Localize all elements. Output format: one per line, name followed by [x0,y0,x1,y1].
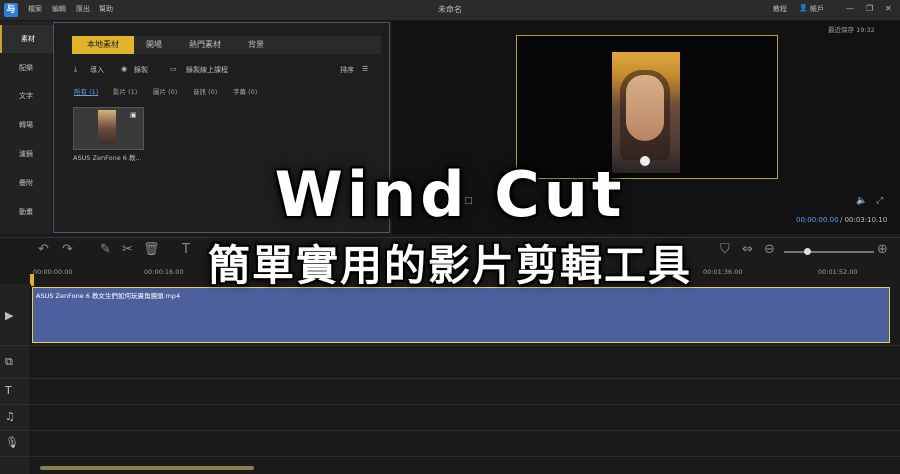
tab-local-media[interactable]: 本地素材 [72,36,134,54]
account-icon[interactable]: 👤 [799,4,808,12]
record-icon[interactable]: ◉ [121,65,127,73]
screen-record-icon[interactable]: ▭ [170,65,177,73]
track-divider [0,345,900,346]
track-divider [0,378,900,379]
sort-button[interactable]: 排序 [340,65,354,75]
voice-track-icon: 🎙 [5,436,19,449]
track-divider [0,456,900,457]
text-track-icon: T [5,384,12,397]
thumbnail-image [98,110,116,144]
tab-background[interactable]: 背景 [238,36,274,54]
video-subject-face [626,75,664,141]
autosave-status: 最近保存 19:32 [828,26,875,34]
import-icon[interactable]: ⤓ [74,65,77,74]
record-button[interactable]: 錄製 [134,65,148,75]
track-divider [0,404,900,405]
sidebar-item-media[interactable]: 素材 [0,25,54,53]
overlay-track-icon: ⧉ [5,355,13,368]
filter-audio[interactable]: 音訊 (0) [193,86,217,96]
filter-image[interactable]: 圖片 (0) [153,86,177,96]
filter-video[interactable]: 影片 (1) [113,86,137,96]
overlay-title: Wind Cut [274,158,626,231]
filter-all[interactable]: 所有 (1) [74,86,98,96]
import-button[interactable]: 導入 [90,65,104,75]
track-divider [0,430,900,431]
tutorial-link[interactable]: 教程 [773,4,787,14]
filter-subtitle[interactable]: 字幕 (0) [233,86,257,96]
account-link[interactable]: 帳戶 [810,4,824,14]
close-icon[interactable]: ✕ [885,4,892,13]
restore-icon[interactable]: ❐ [866,4,873,13]
tab-intro[interactable]: 開場 [136,36,172,54]
overlay-subtitle: 簡單實用的影片剪輯工具 [207,241,692,290]
timeline-scrollbar[interactable] [40,466,254,470]
camera-icon: ▣ [130,111,137,119]
music-track-icon: ♫ [5,410,15,423]
minimize-icon[interactable]: — [846,4,854,13]
screen-record-button[interactable]: 錄製線上課程 [186,65,228,75]
sort-icon[interactable]: ☰ [362,65,368,73]
sidebar-item-transitions[interactable]: 轉場 [0,111,52,139]
video-track-icon: ▶ [5,309,14,322]
sidebar-item-music[interactable]: 配樂 [0,54,52,82]
tab-popular[interactable]: 熱門素材 [174,36,236,54]
document-title: 未命名 [438,5,462,14]
sidebar-item-text[interactable]: 文字 [0,82,52,110]
